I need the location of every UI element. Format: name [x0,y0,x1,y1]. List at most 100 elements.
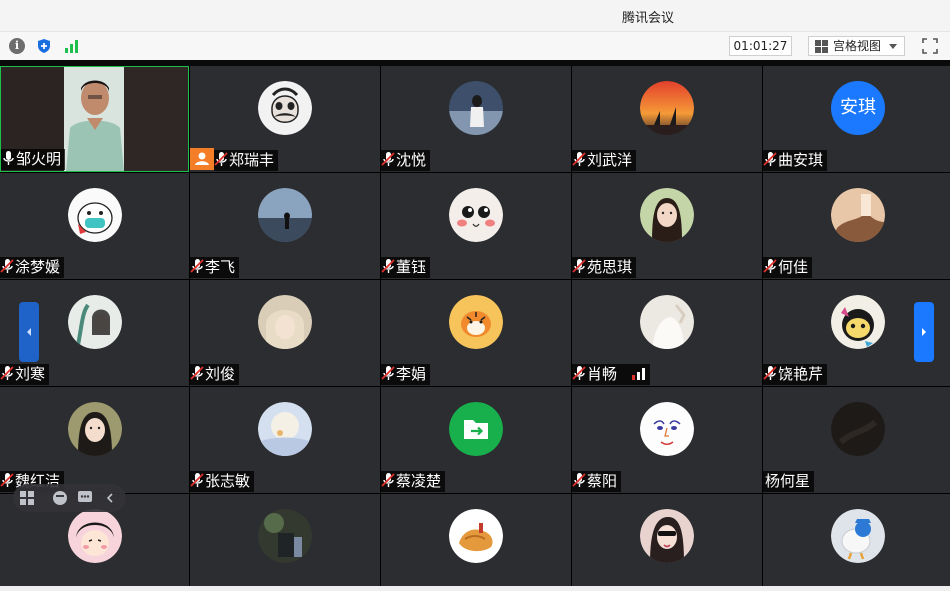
participant-tile-wei-hongjie[interactable]: 魏红洁 [0,387,189,493]
participant-tile-cai-lingchu[interactable]: 蔡凌楚 [381,387,571,493]
participant-name: 苑思琪 [587,258,633,276]
participant-tile-zheng-ruifeng[interactable]: 郑瑞丰 [190,66,380,172]
participant-tile-yang-hexing[interactable]: 杨何星 [763,387,950,493]
participant-nameplate: 郑瑞丰 [214,150,279,171]
participant-tile-liu-wuyang[interactable]: 刘武洋 [572,66,762,172]
participant-nameplate: 杨何星 [763,471,815,492]
participant-avatar [449,81,503,135]
participant-avatar [640,295,694,349]
security-shield-icon[interactable] [36,38,52,54]
participant-tile-he-jia[interactable]: 何佳 [763,173,950,279]
participant-tile-zou-huoming[interactable]: 邹火明 [0,66,189,172]
participant-avatar [449,509,503,563]
muted-mic-icon [572,259,586,273]
participant-avatar [831,402,885,456]
participant-name: 何佳 [778,258,809,276]
participant-tile-tu-mengyuan[interactable]: 涂梦媛 [0,173,189,279]
participant-nameplate: 蔡凌楚 [381,471,446,492]
next-page-button[interactable] [914,302,934,362]
participant-nameplate: 肖畅 [572,364,650,385]
participant-tile-row5-2[interactable] [190,494,380,586]
muted-mic-icon [0,366,14,380]
participant-nameplate: 沈悦 [381,150,431,171]
participant-avatar [449,295,503,349]
host-badge [190,148,214,170]
participant-tile-cai-yang[interactable]: 蔡阳 [572,387,762,493]
emoji-icon[interactable] [53,491,67,505]
participant-avatar [258,402,312,456]
muted-mic-icon [190,366,204,380]
participant-name: 刘武洋 [587,151,633,169]
participant-name: 沈悦 [396,151,427,169]
participant-tile-qu-anqi[interactable]: 安琪 曲安琪 [763,66,950,172]
chat-icon[interactable] [78,491,92,502]
participant-name: 张志敏 [205,472,251,490]
fullscreen-icon[interactable] [922,38,938,54]
participant-nameplate: 何佳 [763,257,813,278]
participant-tile-xiao-chang[interactable]: 肖畅 [572,280,762,386]
participant-avatar [258,188,312,242]
participant-tile-row5-4[interactable] [572,494,762,586]
previous-page-button[interactable] [19,302,39,362]
participant-name: 邹火明 [16,150,62,168]
participant-tile-li-fei[interactable]: 李飞 [190,173,380,279]
view-mode-dropdown[interactable]: 宫格视图 [808,36,905,56]
participant-avatar [68,188,122,242]
participant-avatar [640,509,694,563]
layout-switch-icon[interactable] [20,491,34,505]
participant-tile-shen-yue[interactable]: 沈悦 [381,66,571,172]
participant-nameplate: 饶艳芹 [763,364,828,385]
participant-avatar [831,188,885,242]
muted-mic-icon [572,152,586,166]
muted-mic-icon [572,473,586,487]
participant-avatar: 安琪 [831,81,885,135]
participant-tile-liu-jun[interactable]: 刘俊 [190,280,380,386]
participant-nameplate: 刘俊 [190,364,240,385]
collapse-chevron-icon[interactable] [106,493,113,503]
participant-nameplate: 董钰 [381,257,431,278]
participant-avatar [68,402,122,456]
participant-nameplate: 苑思琪 [572,257,637,278]
window-bottom-edge [0,586,950,591]
participant-nameplate: 刘武洋 [572,150,637,171]
participant-avatar [449,188,503,242]
participant-nameplate: 曲安琪 [763,150,828,171]
host-person-icon [195,152,209,165]
participant-tile-li-juan[interactable]: 李娟 [381,280,571,386]
participant-tile-dong-yu[interactable]: 董钰 [381,173,571,279]
muted-mic-icon [190,473,204,487]
participant-avatar [258,509,312,563]
participant-tile-yuan-siqi[interactable]: 苑思琪 [572,173,762,279]
participant-name: 董钰 [396,258,427,276]
participant-avatar [640,188,694,242]
participant-name: 曲安琪 [778,151,824,169]
participant-nameplate: 张志敏 [190,471,255,492]
muted-mic-icon [0,473,14,487]
participant-avatar [68,295,122,349]
window-title: 腾讯会议 [621,11,674,26]
participant-name: 李飞 [205,258,236,276]
participant-tile-row5-3[interactable] [381,494,571,586]
muted-mic-icon [763,152,777,166]
participant-name: 刘俊 [205,365,236,383]
participant-avatar [68,509,122,563]
participant-avatar [640,402,694,456]
info-icon[interactable]: i [9,38,25,54]
participant-name: 饶艳芹 [778,365,824,383]
participant-avatar [831,509,885,563]
participant-name: 刘寒 [15,365,46,383]
network-signal-icon[interactable] [64,38,80,54]
chevron-down-icon [889,44,897,49]
participant-name: 肖畅 [587,365,618,383]
participant-tile-row5-5[interactable] [763,494,950,586]
participant-name: 郑瑞丰 [229,151,275,169]
participant-avatar [640,81,694,135]
participant-nameplate: 涂梦媛 [0,257,65,278]
grid-view-icon [815,40,828,53]
muted-mic-icon [381,473,395,487]
participant-avatar [258,295,312,349]
microphone-icon [3,151,14,165]
view-mode-label: 宫格视图 [833,39,882,53]
title-bar: 腾讯会议 [0,0,950,31]
participant-tile-zhang-zhimin[interactable]: 张志敏 [190,387,380,493]
